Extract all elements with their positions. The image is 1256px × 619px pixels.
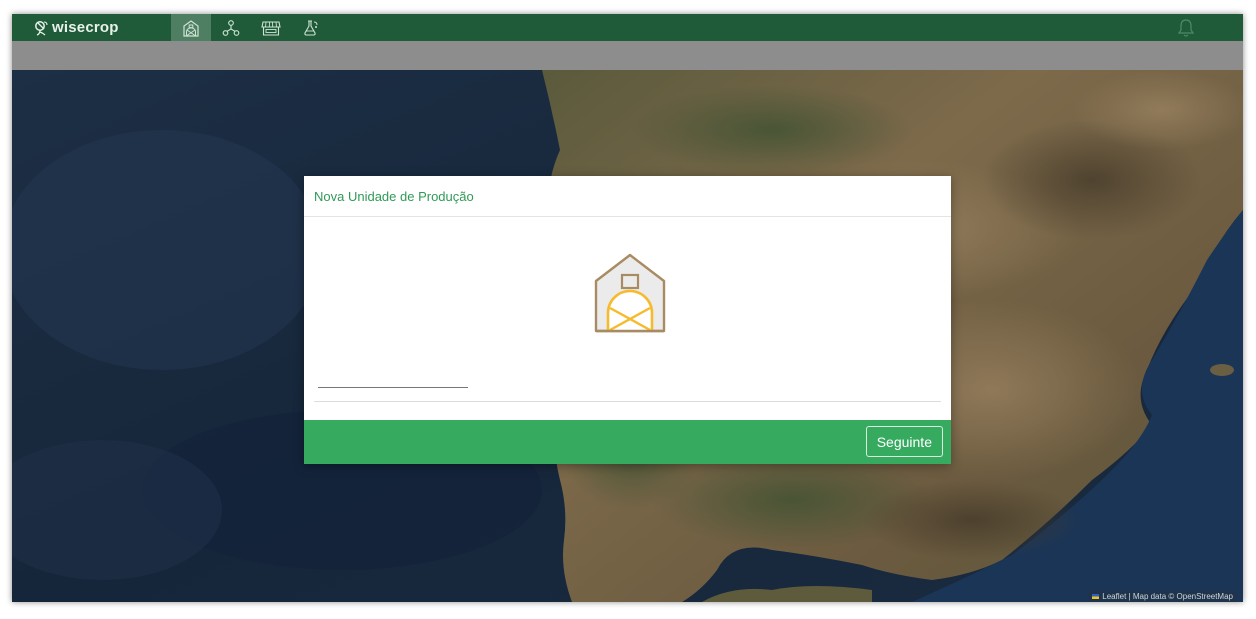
- app-window: wisecrop Leaflet | Map data © OpenStreet…: [12, 14, 1243, 602]
- ukraine-flag-icon: [1092, 594, 1100, 600]
- dialog-body: [304, 217, 951, 420]
- map-attribution[interactable]: Leaflet | Map data © OpenStreetMap: [1088, 591, 1237, 602]
- nav-production-units[interactable]: [171, 14, 211, 41]
- sub-toolbar: [12, 41, 1243, 70]
- farm-building-icon: [183, 19, 199, 37]
- production-unit-name-input[interactable]: [318, 367, 468, 388]
- dialog-header: Nova Unidade de Produção: [304, 176, 951, 217]
- sprout-satellite-icon: [35, 21, 48, 36]
- top-navbar: wisecrop: [12, 14, 1243, 41]
- new-production-unit-dialog: Nova Unidade de Produção Seguinte: [304, 176, 951, 464]
- market-store-icon: [261, 20, 281, 36]
- notifications-button[interactable]: [1175, 17, 1197, 39]
- dialog-divider: [314, 401, 941, 402]
- brand-name: wisecrop: [52, 19, 119, 36]
- nav-network[interactable]: [211, 14, 251, 41]
- lab-flask-icon: [304, 19, 318, 36]
- brand-logo[interactable]: wisecrop: [34, 17, 119, 38]
- barn-illustration: [594, 253, 666, 333]
- dialog-title: Nova Unidade de Produção: [314, 188, 474, 204]
- main-nav: [171, 14, 331, 41]
- nav-market[interactable]: [251, 14, 291, 41]
- dialog-footer: Seguinte: [304, 420, 951, 464]
- nav-lab[interactable]: [291, 14, 331, 41]
- next-button[interactable]: Seguinte: [865, 426, 943, 457]
- bell-icon: [1177, 19, 1195, 37]
- barn-icon: [594, 253, 666, 333]
- network-nodes-icon: [222, 19, 240, 36]
